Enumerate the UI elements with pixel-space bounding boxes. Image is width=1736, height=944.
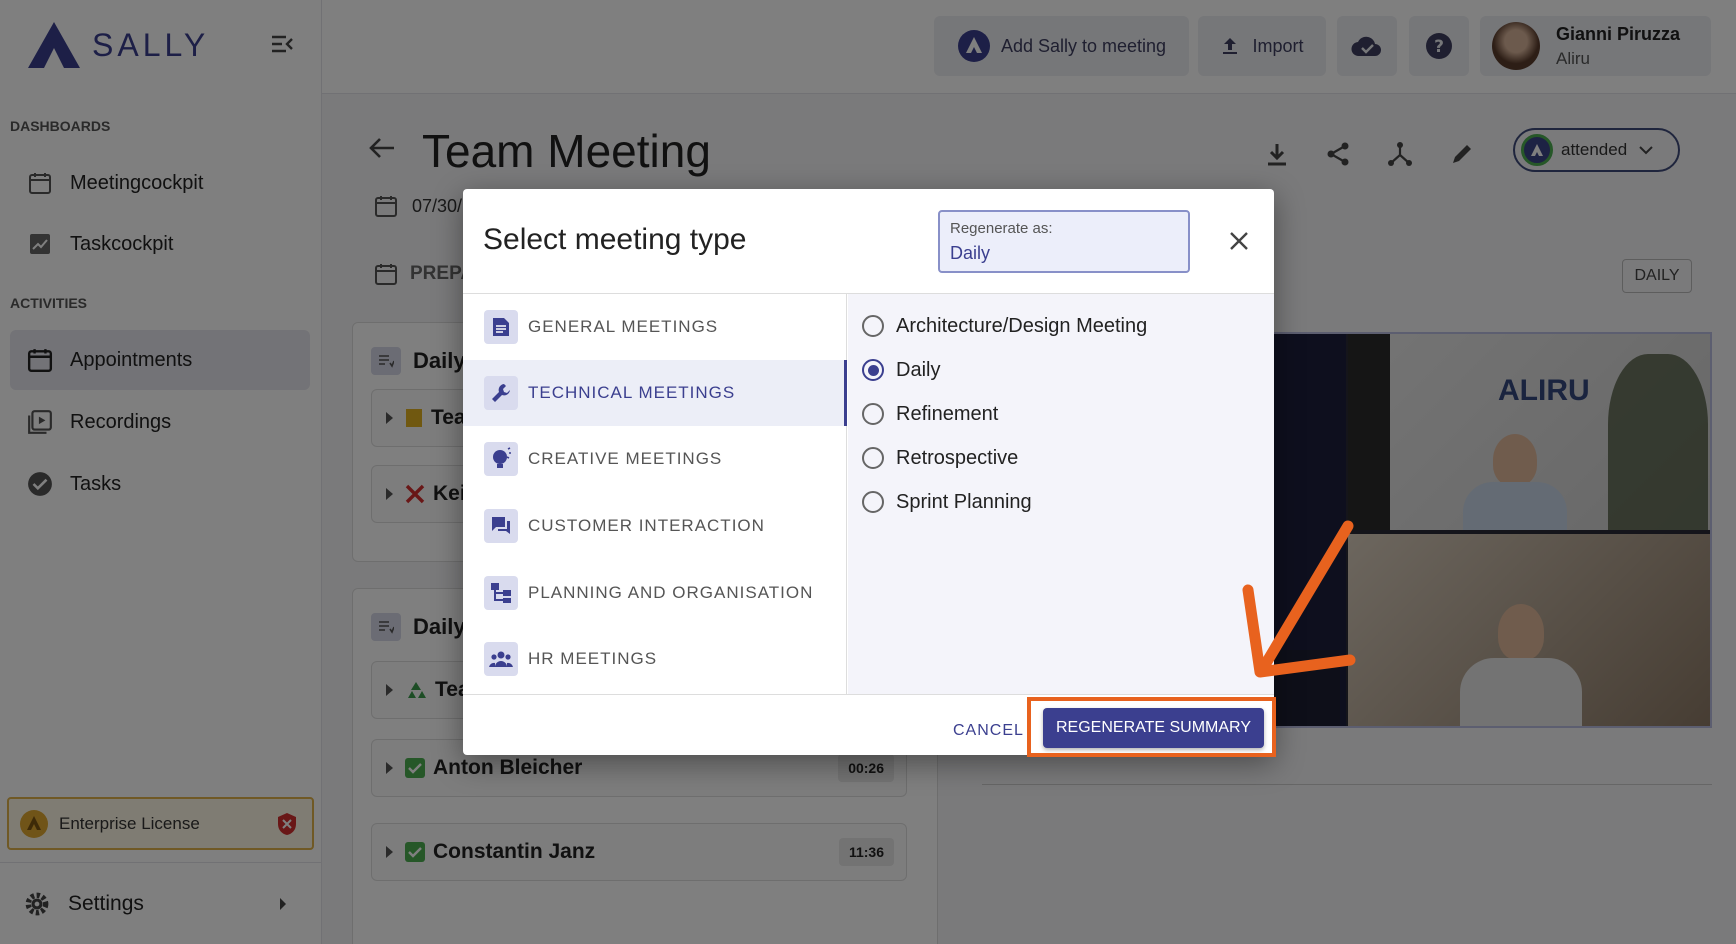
category-label: TECHNICAL MEETINGS: [528, 383, 736, 402]
category-customer-interaction[interactable]: CUSTOMER INTERACTION: [463, 493, 847, 559]
close-icon[interactable]: [1217, 219, 1261, 263]
radio-button[interactable]: [862, 403, 884, 425]
option-daily[interactable]: Daily: [848, 348, 1268, 392]
category-general-meetings[interactable]: GENERAL MEETINGS: [463, 294, 847, 360]
wrench-icon: [484, 376, 518, 410]
org-chart-icon: [484, 576, 518, 610]
category-label: CREATIVE MEETINGS: [528, 449, 723, 468]
lightbulb-icon: [484, 442, 518, 476]
pointer-arrow-icon: [1242, 520, 1356, 678]
category-label: HR MEETINGS: [528, 649, 658, 668]
option-sprint-planning[interactable]: Sprint Planning: [848, 480, 1268, 524]
radio-button[interactable]: [862, 315, 884, 337]
meeting-type-options: Architecture/Design Meeting Daily Refine…: [848, 294, 1274, 694]
category-technical-meetings[interactable]: TECHNICAL MEETINGS: [463, 360, 847, 426]
option-label: Refinement: [896, 402, 999, 425]
category-list: GENERAL MEETINGS TECHNICAL MEETINGS CREA…: [463, 294, 847, 694]
option-retrospective[interactable]: Retrospective: [848, 436, 1268, 480]
regenerate-as-field[interactable]: Regenerate as: Daily: [938, 210, 1190, 273]
radio-button[interactable]: [862, 491, 884, 513]
select-meeting-type-dialog: Select meeting type Regenerate as: Daily…: [463, 189, 1274, 755]
option-label: Retrospective: [896, 446, 1019, 469]
category-label: GENERAL MEETINGS: [528, 317, 719, 336]
category-creative-meetings[interactable]: CREATIVE MEETINGS: [463, 426, 847, 492]
option-label: Sprint Planning: [896, 490, 1032, 513]
cancel-button[interactable]: CANCEL: [941, 709, 1036, 753]
chat-icon: [484, 509, 518, 543]
option-refinement[interactable]: Refinement: [848, 392, 1268, 436]
radio-button[interactable]: [862, 447, 884, 469]
highlight-box: [1027, 697, 1276, 757]
option-label: Architecture/Design Meeting: [896, 314, 1148, 337]
category-hr-meetings[interactable]: HR MEETINGS: [463, 626, 847, 692]
option-architecture-design[interactable]: Architecture/Design Meeting: [848, 304, 1268, 348]
category-label: CUSTOMER INTERACTION: [528, 516, 765, 535]
category-label: PLANNING AND ORGANISATION: [528, 583, 814, 602]
category-planning-organisation[interactable]: PLANNING AND ORGANISATION: [463, 560, 847, 626]
document-icon: [484, 310, 518, 344]
regenerate-as-label: Regenerate as:: [950, 220, 1053, 237]
option-label: Daily: [896, 358, 941, 381]
divider: [463, 694, 1274, 695]
regenerate-as-value: Daily: [950, 243, 991, 263]
radio-button-selected[interactable]: [862, 359, 884, 381]
dialog-title: Select meeting type: [483, 223, 747, 256]
people-icon: [484, 642, 518, 676]
